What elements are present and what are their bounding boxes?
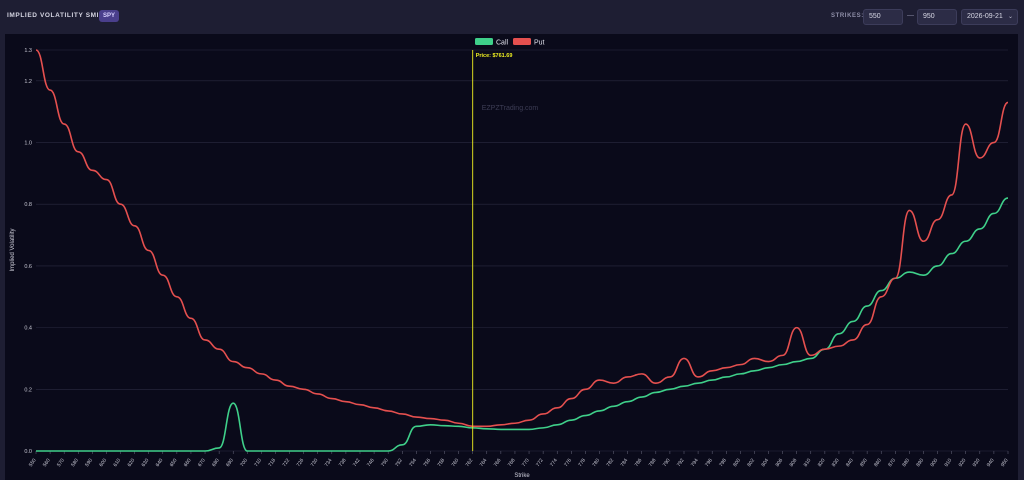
- x-tick-label: 754: [408, 458, 418, 468]
- x-tick-label: 650: [169, 458, 179, 468]
- x-tick-label: 730: [310, 458, 320, 468]
- x-tick-label: 806: [775, 458, 785, 468]
- x-tick-label: 758: [436, 458, 446, 468]
- x-tick-label: 660: [183, 458, 193, 468]
- x-tick-label: 794: [690, 458, 700, 468]
- x-tick-label: 580: [70, 458, 80, 468]
- x-tick-label: 760: [451, 458, 461, 468]
- x-tick-label: 762: [465, 458, 475, 468]
- x-tick-label: 560: [42, 458, 52, 468]
- y-tick-labels: 0.0 0.2 0.4 0.6 0.8 1.0 1.2 1.3: [24, 48, 32, 455]
- x-tick-label: 770: [521, 458, 531, 468]
- iv-smile-chart: 0.0 0.2 0.4 0.6 0.8 1.0 1.2 1.3 550 560 570 580 590…: [10, 38, 1010, 479]
- x-tick-label: 710: [253, 458, 263, 468]
- x-tick-label: 756: [422, 458, 432, 468]
- x-tick-label: 772: [535, 458, 545, 468]
- x-tick-label: 784: [620, 458, 630, 468]
- x-tick-label: 680: [211, 458, 221, 468]
- x-tick-label: 718: [267, 458, 277, 468]
- x-tick-label: 600: [98, 458, 108, 468]
- x-tick-label: 590: [84, 458, 94, 468]
- x-tick-label: 550: [28, 458, 38, 468]
- x-tick-label: 768: [507, 458, 517, 468]
- x-tick-label: 778: [577, 458, 587, 468]
- x-tick-label: 774: [549, 458, 559, 468]
- x-tick-label: 802: [746, 458, 756, 468]
- y-tick-label: 1.2: [24, 79, 32, 85]
- x-tick-label: 764: [479, 458, 489, 468]
- x-tick-label: 798: [718, 458, 728, 468]
- x-tick-label: 792: [676, 458, 686, 468]
- x-tick-label: 790: [662, 458, 672, 468]
- x-tick-label: 752: [394, 458, 404, 468]
- x-tick-label: 910: [944, 458, 954, 468]
- x-tick-label: 726: [296, 458, 306, 468]
- x-tick-label: 776: [563, 458, 573, 468]
- x-tick-label: 870: [887, 458, 897, 468]
- legend-swatch-put: [513, 38, 531, 45]
- x-tick-label: 780: [591, 458, 601, 468]
- x-tick-label: 670: [197, 458, 207, 468]
- x-tick-label: 810: [803, 458, 813, 468]
- x-tick-label: 860: [873, 458, 883, 468]
- y-tick-label: 0.4: [24, 326, 32, 332]
- y-axis-label: Implied Volatility: [10, 228, 16, 271]
- x-tick-label: 808: [789, 458, 799, 468]
- x-tick-label: 930: [972, 458, 982, 468]
- x-tick-label: 900: [930, 458, 940, 468]
- watermark: EZPZTrading.com: [482, 105, 539, 112]
- series-line-call: [35, 197, 1009, 452]
- y-tick-label: 0.8: [24, 202, 32, 208]
- x-tick-label: 880: [901, 458, 911, 468]
- x-tick-label: 830: [831, 458, 841, 468]
- x-tick-label: 796: [704, 458, 714, 468]
- x-tick-label: 804: [760, 458, 770, 468]
- x-tick-label: 950: [1000, 458, 1010, 468]
- x-tick-label: 782: [606, 458, 616, 468]
- x-tick-label: 920: [958, 458, 968, 468]
- x-tick-label: 640: [155, 458, 165, 468]
- legend-swatch-call: [475, 38, 493, 45]
- x-axis-label: Strike: [514, 473, 530, 479]
- price-marker-label: Price: $761.69: [476, 53, 513, 59]
- x-tick-label: 890: [915, 458, 925, 468]
- y-tick-label: 0.0: [24, 449, 32, 455]
- x-tick-label: 742: [352, 458, 362, 468]
- x-tick-label: 610: [112, 458, 122, 468]
- x-tick-label: 620: [127, 458, 137, 468]
- x-tick-label: 788: [648, 458, 658, 468]
- x-tick-label: 690: [225, 458, 235, 468]
- y-tick-label: 0.6: [24, 264, 32, 270]
- x-tick-label: 850: [859, 458, 869, 468]
- x-tick-labels: 550 560 570 580 590 600 610 620 630 640 650 660 670 6…: [28, 451, 1010, 468]
- y-tick-label: 1.3: [24, 48, 32, 54]
- x-tick-label: 734: [324, 458, 334, 468]
- x-tick-label: 750: [380, 458, 390, 468]
- legend: Call Put: [475, 38, 545, 47]
- x-tick-label: 746: [366, 458, 376, 468]
- legend-label-call: Call: [496, 40, 509, 47]
- x-tick-label: 940: [986, 458, 996, 468]
- y-tick-label: 1.0: [24, 141, 32, 147]
- x-tick-label: 766: [493, 458, 503, 468]
- x-tick-label: 738: [338, 458, 348, 468]
- x-tick-label: 722: [282, 458, 292, 468]
- x-tick-label: 820: [817, 458, 827, 468]
- x-tick-label: 800: [732, 458, 742, 468]
- x-tick-label: 840: [845, 458, 855, 468]
- x-tick-label: 630: [141, 458, 151, 468]
- x-tick-label: 700: [239, 458, 249, 468]
- y-tick-label: 0.2: [24, 387, 32, 393]
- legend-label-put: Put: [534, 40, 545, 47]
- x-tick-label: 570: [56, 458, 66, 468]
- x-tick-label: 786: [634, 458, 644, 468]
